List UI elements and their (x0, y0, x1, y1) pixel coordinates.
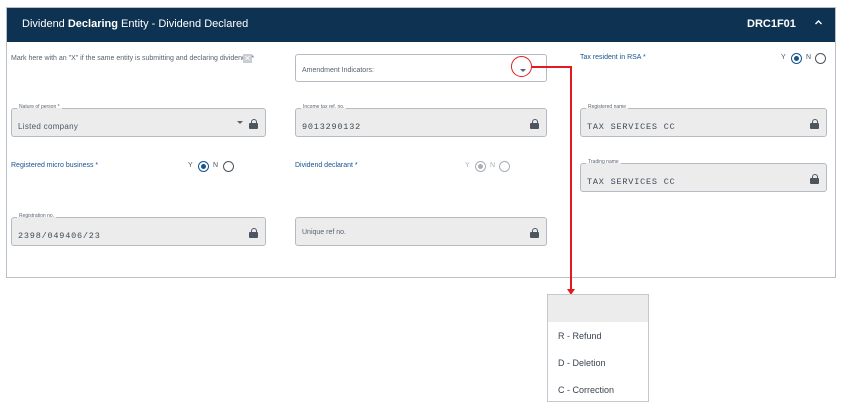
option-deletion[interactable]: D - Deletion (558, 358, 606, 368)
micro-business-radio-group: Y N (188, 161, 236, 173)
registration-no-value: 2398/049406/23 (18, 231, 101, 241)
unique-ref-field[interactable]: Unique ref no. (295, 217, 547, 246)
unique-ref-placeholder: Unique ref no. (302, 229, 346, 236)
dividend-declarant-yes-radio[interactable] (475, 161, 486, 172)
lock-icon (530, 119, 539, 129)
amendment-options-dropdown: R - Refund D - Deletion C - Correction (547, 294, 649, 402)
annotation-line-horizontal (532, 66, 571, 68)
same-entity-text: Mark here with an "X" if the same entity… (11, 55, 250, 62)
amendment-indicators-select[interactable]: Amendment Indicators: (295, 54, 547, 82)
nature-of-person-value: Listed company (18, 122, 79, 131)
registration-no-label: Registration no. (17, 213, 57, 220)
tax-resident-radio-group: Y N (781, 53, 829, 65)
lock-icon (249, 228, 258, 238)
dividend-declarant-label: Dividend declarant * (295, 162, 358, 169)
lock-icon (810, 174, 819, 184)
micro-business-no-radio[interactable] (223, 161, 234, 172)
lock-icon (530, 228, 539, 238)
dropdown-header (548, 295, 648, 322)
income-tax-ref-value: 9013290132 (302, 122, 362, 132)
tax-resident-yes-radio[interactable] (791, 53, 802, 64)
tax-resident-yes-label: Y (781, 54, 786, 61)
panel-header[interactable]: Dividend Declaring Entity - Dividend Dec… (7, 8, 835, 42)
registered-name-value: TAX SERVICES CC (587, 122, 676, 132)
micro-business-yes-radio[interactable] (198, 161, 209, 172)
tax-resident-label: Tax resident in RSA * (580, 54, 646, 61)
tax-resident-no-label: N (806, 54, 812, 61)
trading-name-label: Trading name (586, 159, 621, 166)
lock-icon (249, 119, 258, 129)
chevron-up-icon[interactable] (814, 16, 823, 30)
income-tax-ref-label: Income tax ref. no. (301, 104, 347, 111)
micro-business-label: Registered micro business * (11, 162, 99, 169)
title-bold: Declaring (67, 18, 118, 30)
annotation-circle (511, 56, 532, 77)
panel-title: Dividend Declaring Entity - Dividend Dec… (22, 18, 248, 30)
annotation-line-vertical (570, 66, 572, 290)
amendment-placeholder: Amendment Indicators: (302, 67, 374, 74)
trading-name-field[interactable]: Trading name TAX SERVICES CC (580, 159, 827, 192)
registered-name-field[interactable]: Registered name TAX SERVICES CC (580, 104, 827, 137)
registered-name-label: Registered name (586, 104, 629, 111)
micro-business-no-label: N (213, 162, 219, 169)
same-entity-checkbox[interactable]: ✕ (243, 54, 252, 63)
micro-business-yes-label: Y (188, 162, 193, 169)
chevron-down-icon[interactable] (237, 121, 243, 124)
dividend-declarant-no-radio[interactable] (499, 161, 510, 172)
tax-resident-no-radio[interactable] (815, 53, 826, 64)
nature-of-person-select[interactable]: Nature of person * Listed company (11, 104, 266, 137)
title-prefix: Dividend (22, 18, 68, 30)
lock-icon (810, 119, 819, 129)
same-entity-label: Mark here with an "X" if the same entity… (11, 55, 254, 62)
trading-name-value: TAX SERVICES CC (587, 177, 676, 187)
income-tax-ref-field[interactable]: Income tax ref. no. 9013290132 (295, 104, 547, 137)
dividend-declarant-radio-group: Y N (465, 161, 513, 173)
form-code: DRC1F01 (747, 18, 796, 30)
nature-of-person-label: Nature of person * (17, 104, 62, 111)
dividend-declarant-yes-label: Y (465, 162, 470, 169)
dividend-declarant-no-label: N (490, 162, 496, 169)
option-refund[interactable]: R - Refund (558, 331, 602, 341)
title-suffix: Entity - Dividend Declared (118, 18, 249, 30)
registration-no-field[interactable]: Registration no. 2398/049406/23 (11, 213, 266, 246)
option-correction[interactable]: C - Correction (558, 385, 614, 395)
